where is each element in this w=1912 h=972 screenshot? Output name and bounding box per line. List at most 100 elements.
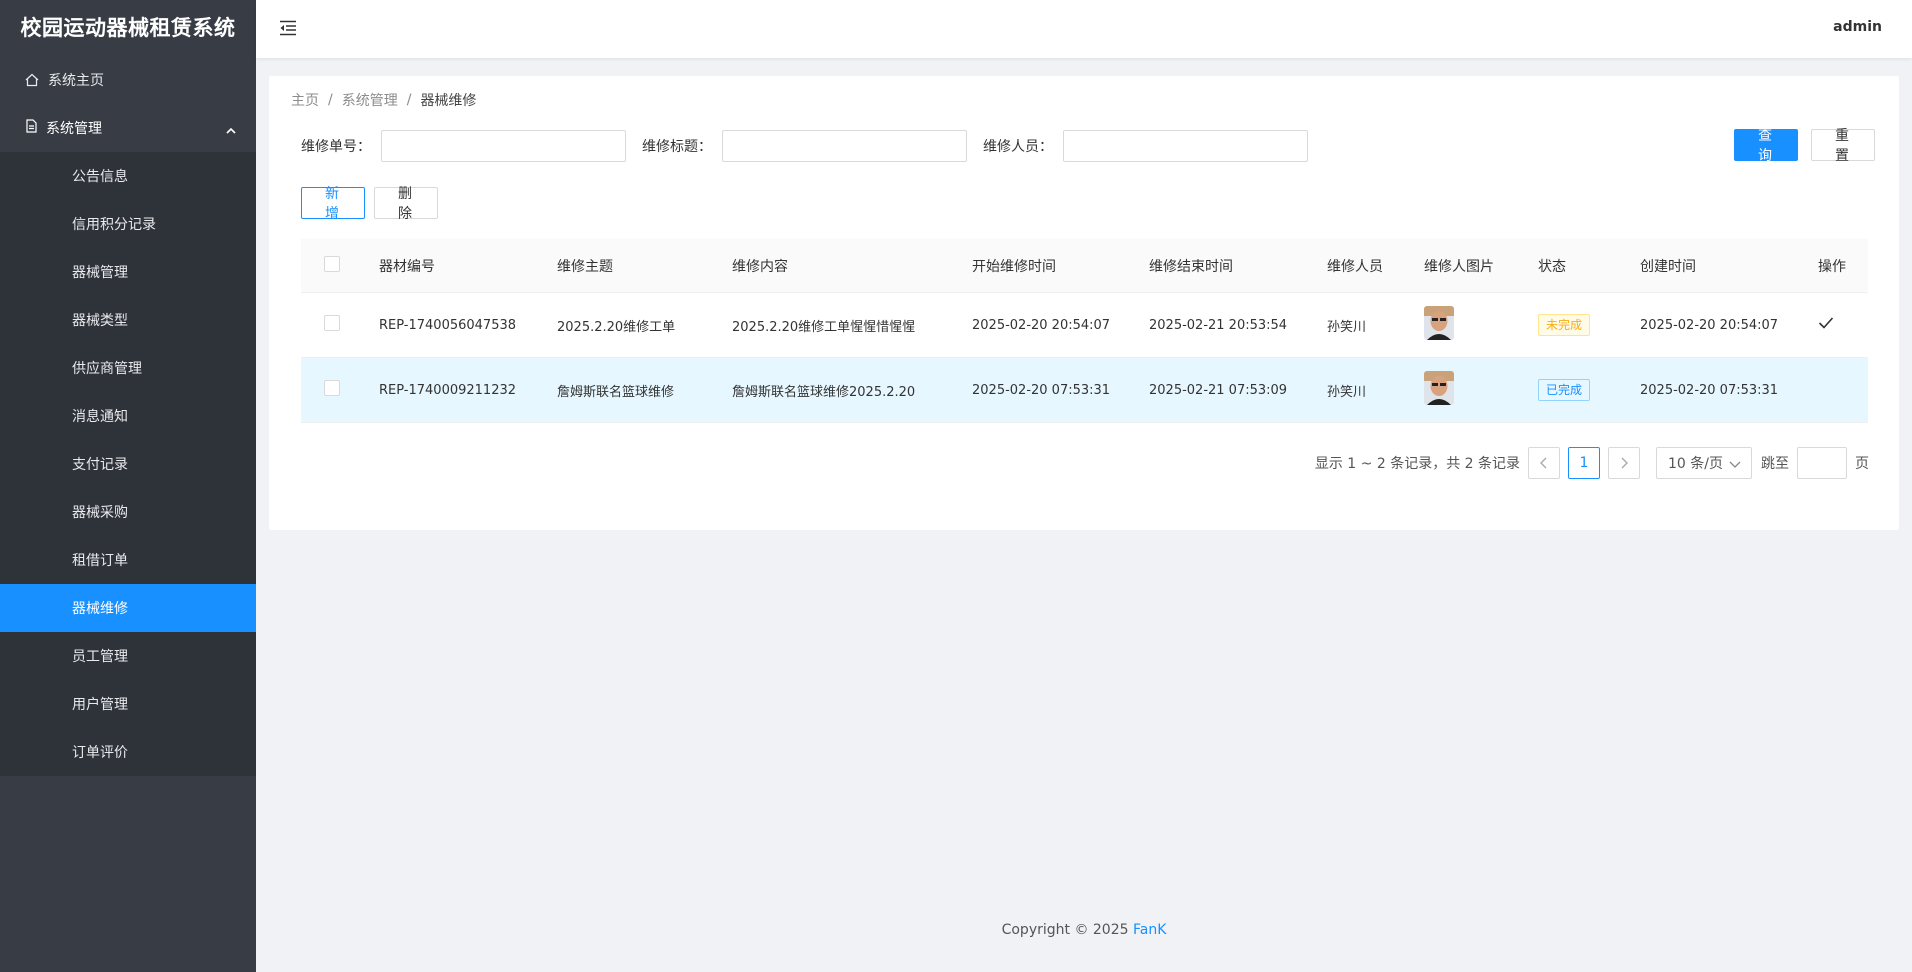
delete-button[interactable]: 删 除	[374, 185, 438, 221]
top-header: admin	[256, 0, 1912, 58]
staff-avatar[interactable]	[1424, 371, 1454, 405]
breadcrumb-parent[interactable]: 系统管理	[342, 90, 398, 110]
chevron-left-icon	[1540, 457, 1547, 469]
cell-end: 2025-02-21 20:53:54	[1149, 317, 1288, 333]
cell-content: 2025.2.20维修工单惺惺惜惺惺	[732, 319, 916, 335]
sidebar-item-6[interactable]: 支付记录	[0, 440, 256, 488]
sidebar-item-8[interactable]: 租借订单	[0, 536, 256, 584]
sidebar-item-label: 器械采购	[72, 505, 128, 521]
sidebar-item-label: 员工管理	[72, 649, 128, 665]
sidebar-item-9[interactable]: 器械维修	[0, 584, 256, 632]
page-button-current[interactable]: 1	[1568, 447, 1600, 479]
sidebar-submenu: 公告信息信用积分记录 器械管理器械类型供应商管理消息通知支付记录器械采购租借订单器…	[0, 152, 256, 776]
footer: Copyright © 2025 FanK	[256, 922, 1912, 938]
sidebar-group-title[interactable]: 系统管理	[0, 104, 256, 152]
chevron-down-icon	[1729, 457, 1741, 473]
sidebar-item-1[interactable]: 信用积分记录	[0, 200, 256, 248]
sidebar-item-12[interactable]: 订单评价	[0, 728, 256, 776]
query-button[interactable]: 查 询	[1734, 127, 1798, 163]
file-icon	[24, 119, 38, 137]
sidebar: 校园运动器械租赁系统 系统主页 系统管理 公告信息信用积分记录 器械管理器械类型供…	[0, 0, 256, 972]
cell-subject: 2025.2.20维修工单	[557, 319, 676, 335]
sidebar-item-label: 支付记录	[72, 457, 128, 473]
sidebar-item-3[interactable]: 器械类型	[0, 296, 256, 344]
column-header: 创建时间	[1640, 258, 1696, 275]
sidebar-item-label: 消息通知	[72, 409, 128, 425]
search-label-title: 维修标题：	[642, 139, 712, 155]
cell-start: 2025-02-20 07:53:31	[972, 382, 1111, 398]
table-header: 器材编号 维修主题 维修内容 开始维修时间 维修结束时间 维修人员 维修人图片 …	[301, 239, 1868, 293]
app-title: 校园运动器械租赁系统	[20, 16, 236, 40]
cell-created: 2025-02-20 07:53:31	[1640, 382, 1779, 398]
sidebar-item-2[interactable]: 器械管理	[0, 248, 256, 296]
table-row[interactable]: REP-1740009211232 詹姆斯联名篮球维修 詹姆斯联名篮球维修202…	[301, 358, 1868, 423]
chevron-right-icon	[1621, 457, 1628, 469]
copyright-text: Copyright © 2025	[1001, 922, 1129, 938]
column-header: 维修人员	[1327, 258, 1383, 275]
home-icon	[24, 72, 40, 88]
sidebar-item-11[interactable]: 用户管理	[0, 680, 256, 728]
page-size-select[interactable]: 10 条/页	[1656, 447, 1752, 479]
column-header: 开始维修时间	[972, 258, 1056, 275]
sidebar-item-label: 订单评价	[72, 745, 128, 761]
sidebar-item-7[interactable]: 器械采购	[0, 488, 256, 536]
next-page-button[interactable]	[1608, 447, 1640, 479]
search-form: 维修单号： 维修标题： 维修人员：	[301, 130, 1324, 162]
breadcrumb-separator: /	[406, 92, 412, 108]
column-header: 状态	[1538, 258, 1566, 275]
search-input-staff[interactable]	[1063, 130, 1308, 162]
pagination: 显示 1 ~ 2 条记录，共 2 条记录 1 10 条/页 跳至 页	[1315, 447, 1869, 479]
jump-label: 跳至	[1761, 456, 1789, 472]
sidebar-item-5[interactable]: 消息通知	[0, 392, 256, 440]
column-header: 维修结束时间	[1149, 258, 1233, 275]
row-checkbox[interactable]	[324, 315, 340, 331]
cell-content: 詹姆斯联名篮球维修2025.2.20	[732, 384, 916, 400]
search-input-title[interactable]	[722, 130, 967, 162]
sidebar-item-4[interactable]: 供应商管理	[0, 344, 256, 392]
column-header: 器材编号	[379, 258, 435, 275]
main-card: 主页 / 系统管理 / 器械维修 维修单号： 维修标题： 维修人员： 查 询 重…	[269, 76, 1899, 530]
author-link[interactable]: FanK	[1133, 922, 1166, 938]
sidebar-item-label: 用户管理	[72, 697, 128, 713]
cell-end: 2025-02-21 07:53:09	[1149, 382, 1288, 398]
search-label-staff: 维修人员：	[983, 139, 1053, 155]
repair-table: 器材编号 维修主题 维修内容 开始维修时间 维修结束时间 维修人员 维修人图片 …	[301, 239, 1868, 423]
jump-page-input[interactable]	[1797, 447, 1847, 479]
breadcrumb: 主页 / 系统管理 / 器械维修	[291, 90, 476, 110]
sidebar-group-system: 系统管理 公告信息信用积分记录 器械管理器械类型供应商管理消息通知支付记录器械采购…	[0, 104, 256, 776]
column-header: 操作	[1818, 258, 1846, 275]
cell-subject: 詹姆斯联名篮球维修	[557, 384, 675, 400]
sidebar-item-0[interactable]: 公告信息	[0, 152, 256, 200]
prev-page-button[interactable]	[1528, 447, 1560, 479]
add-button[interactable]: 新 增	[301, 185, 365, 221]
table-row[interactable]: REP-1740056047538 2025.2.20维修工单 2025.2.2…	[301, 293, 1868, 358]
column-header: 维修内容	[732, 258, 788, 275]
menu-fold-icon[interactable]	[278, 18, 298, 38]
sidebar-item-home[interactable]: 系统主页	[0, 56, 256, 104]
sidebar-item-10[interactable]: 员工管理	[0, 632, 256, 680]
sidebar-item-label: 器械管理	[72, 265, 128, 281]
check-icon[interactable]	[1818, 317, 1834, 334]
sidebar-item-label: 系统主页	[48, 73, 104, 89]
page-unit-label: 页	[1855, 456, 1869, 472]
sidebar-item-label: 信用积分记录	[72, 217, 156, 233]
row-checkbox[interactable]	[324, 380, 340, 396]
chevron-up-icon	[226, 123, 236, 139]
search-input-code[interactable]	[381, 130, 626, 162]
cell-start: 2025-02-20 20:54:07	[972, 317, 1111, 333]
breadcrumb-home[interactable]: 主页	[291, 90, 319, 110]
sidebar-item-label: 公告信息	[72, 169, 128, 185]
sidebar-item-label: 器械类型	[72, 313, 128, 329]
reset-button[interactable]: 重 置	[1811, 127, 1875, 163]
sidebar-item-label: 供应商管理	[72, 361, 142, 377]
staff-avatar[interactable]	[1424, 306, 1454, 340]
cell-code: REP-1740009211232	[379, 382, 517, 398]
search-label-code: 维修单号：	[301, 139, 371, 155]
breadcrumb-separator: /	[328, 92, 333, 108]
select-all-checkbox[interactable]	[324, 255, 340, 272]
cell-staff: 孙笑川	[1327, 319, 1367, 335]
sidebar-item-label: 租借订单	[72, 553, 128, 569]
column-header: 维修人图片	[1424, 258, 1494, 275]
user-menu[interactable]: admin	[1833, 19, 1882, 35]
page-size-value: 10 条/页	[1668, 456, 1723, 472]
